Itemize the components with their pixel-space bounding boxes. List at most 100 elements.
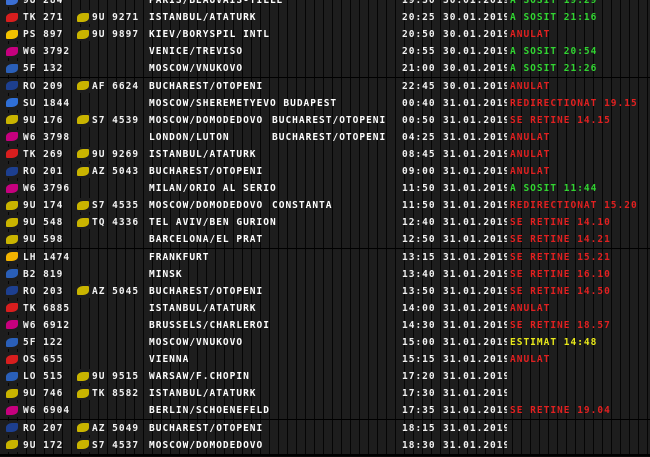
destination: KIEV/BORYSPIL INTL (149, 29, 270, 41)
scheduled-time: 15:15 (402, 354, 436, 366)
tarom-icon (3, 420, 21, 435)
scheduled-date: 30.01.2019 (443, 80, 507, 92)
airline-plane-icon (3, 0, 21, 7)
flight-code: W6 6912 (23, 319, 71, 331)
scheduled-date: 31.01.2019 (443, 234, 507, 246)
airmoldova-icon (3, 437, 21, 452)
flight-code: RO 201 (23, 166, 64, 177)
flight-code: 9U 176 (23, 114, 64, 126)
scheduled-date: 31.01.2019 (443, 114, 507, 126)
turkish-airlines-icon (74, 386, 92, 401)
codeshare-code: TQ 4336 (92, 217, 140, 229)
codeshare-code: S7 4539 (92, 114, 140, 126)
flight-code: TK 269 (23, 148, 64, 160)
destination: VIENNA (149, 354, 190, 366)
scheduled-time: 19:30 (402, 0, 436, 6)
flight-code: 9U 174 (23, 200, 64, 212)
airmoldova-icon (3, 232, 21, 247)
scheduled-date: 30.01.2019 (443, 29, 507, 41)
flight-code: 9U 172 (23, 439, 64, 451)
aeroflot-icon (3, 95, 21, 110)
scheduled-time: 18:15 (402, 422, 436, 434)
scheduled-time: 13:50 (402, 285, 436, 297)
flight-code: W6 3796 (23, 183, 71, 195)
destination: ISTANBUL/ATATURK (149, 388, 257, 400)
flight-code: SU 1844 (23, 97, 71, 109)
destination: BUCHAREST/OTOPENI (149, 80, 264, 92)
scheduled-date: 31.01.2019 (443, 131, 507, 143)
scheduled-time: 04:25 (402, 131, 436, 143)
airmoldova-icon (74, 146, 92, 161)
flight-code: W6 3792 (23, 46, 71, 58)
scheduled-time: 21:00 (402, 63, 436, 75)
scheduled-date: 31.01.2019 (443, 97, 507, 109)
turkish-airlines-icon (3, 10, 21, 25)
scheduled-time: 14:30 (402, 319, 436, 331)
codeshare-code: TK 8582 (92, 388, 140, 400)
flight-status: A SOSIT 21:26 (510, 63, 598, 75)
wizzair-icon (3, 181, 21, 196)
scheduled-time: 08:45 (402, 148, 436, 160)
flight-code: LO 515 (23, 371, 64, 383)
scheduled-date: 31.01.2019 (443, 319, 507, 331)
flight-status: ESTIMAT 14:48 (510, 337, 598, 348)
flight-status: SE RETINE 14.21 (510, 234, 611, 246)
tarom-icon (3, 283, 21, 298)
airmoldova-icon (3, 386, 21, 401)
scheduled-date: 31.01.2019 (443, 285, 507, 297)
airmoldova-icon (74, 369, 92, 384)
rossiya-icon (3, 335, 21, 349)
airmoldova-icon (3, 112, 21, 127)
wizzair-icon (3, 317, 21, 332)
arrivals-board: 9U 284 PARIS/BEAUVAIS-TILLE 19:30 30.01.201… (0, 0, 650, 457)
scheduled-time: 11:50 (402, 200, 436, 212)
flight-status: SE RETINE 16.10 (510, 268, 611, 280)
flight-code: 9U 746 (23, 388, 64, 400)
scheduled-date: 30.01.2019 (443, 0, 507, 6)
scheduled-date: 31.01.2019 (443, 354, 507, 366)
tarom-icon (74, 215, 92, 230)
scheduled-time: 09:00 (402, 166, 436, 177)
destination: PARIS/BEAUVAIS-TILLE (149, 0, 284, 6)
destination: WARSAW/F.CHOPIN (149, 371, 250, 383)
flight-status: REDIRECTIONAT 19.15 (510, 97, 638, 109)
destination: MILAN/ORIO AL SERIO (149, 183, 277, 195)
tarom-icon (3, 78, 21, 93)
flight-code: RO 203 (23, 285, 64, 297)
codeshare-code: AZ 5045 (92, 285, 140, 297)
scheduled-time: 11:50 (402, 183, 436, 195)
s7-icon (74, 198, 92, 213)
flight-status: A SOSIT 11:44 (510, 183, 598, 195)
scheduled-date: 31.01.2019 (443, 405, 507, 417)
wizzair-icon (3, 129, 21, 144)
destination-2: BUCHAREST/OTOPENI (272, 114, 387, 126)
flight-code: 9U 548 (23, 217, 64, 229)
scheduled-date: 30.01.2019 (443, 12, 507, 24)
flight-status: A SOSIT 19:29 (510, 0, 598, 6)
scheduled-time: 13:15 (402, 251, 436, 263)
scheduled-time: 17:35 (402, 405, 436, 417)
scheduled-time: 18:30 (402, 439, 436, 451)
destination: TEL AVIV/BEN GURION (149, 217, 277, 229)
flight-code: B2 819 (23, 268, 64, 280)
destination: BRUSSELS/CHARLEROI (149, 319, 270, 331)
codeshare-code: 9U 9897 (92, 29, 140, 41)
codeshare-code: S7 4537 (92, 439, 140, 451)
airmoldova-icon (74, 27, 92, 42)
flight-status: SE RETINE 18.57 (510, 319, 611, 331)
wizzair-icon (3, 44, 21, 59)
scheduled-time: 14:00 (402, 302, 436, 314)
lot-icon (3, 369, 21, 384)
scheduled-time: 00:40 (402, 97, 436, 109)
austrian-icon (3, 352, 21, 367)
flight-status: ANULAT (510, 302, 551, 314)
s7-icon (74, 437, 92, 452)
scheduled-date: 31.01.2019 (443, 422, 507, 434)
scheduled-date: 31.01.2019 (443, 337, 507, 348)
flight-code: TK 271 (23, 12, 64, 24)
destination: MOSCOW/DOMODEDOVO (149, 439, 264, 451)
flight-code: 9U 284 (23, 0, 64, 6)
rossiya-icon (3, 61, 21, 76)
scheduled-time: 17:20 (402, 371, 436, 383)
air-france-icon (74, 78, 92, 93)
